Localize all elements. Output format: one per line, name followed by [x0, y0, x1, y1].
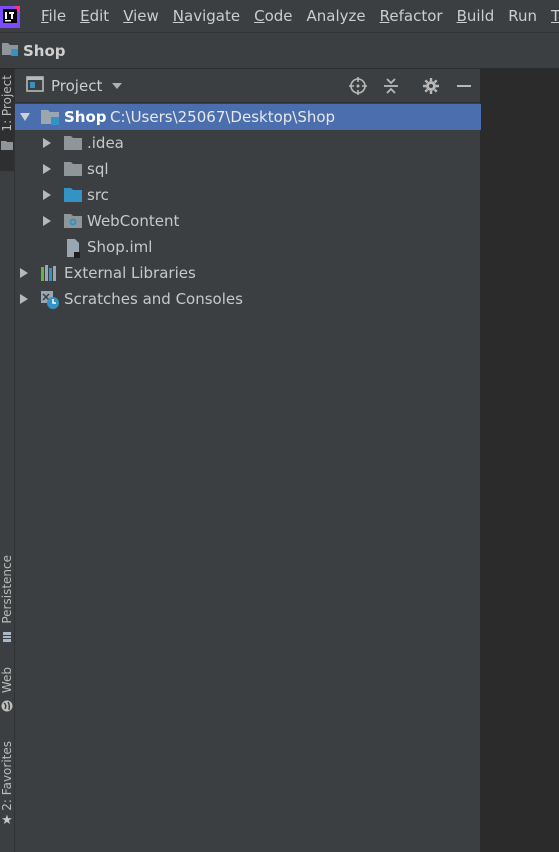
- tree-row[interactable]: WebContent: [15, 208, 481, 234]
- favorites-tool-label: 2: Favorites: [0, 741, 14, 811]
- project-panel: Project Shop C:\Users\25067\Desktop\Shop: [15, 69, 481, 852]
- tree-row-external-libraries[interactable]: External Libraries: [15, 260, 481, 286]
- expand-arrow-icon[interactable]: [43, 190, 51, 200]
- menu-mnemonic: B: [456, 7, 467, 25]
- menu-label: dit: [89, 7, 110, 25]
- menu-mnemonic: V: [123, 7, 134, 25]
- project-tool-button[interactable]: 1: Project: [0, 69, 14, 171]
- expand-arrow-icon[interactable]: [43, 164, 51, 174]
- editor-area[interactable]: [481, 69, 559, 852]
- tree-root-path: C:\Users\25067\Desktop\Shop: [110, 108, 336, 126]
- menu-mnemonic: T: [551, 7, 559, 25]
- project-view-selector[interactable]: Project: [51, 77, 102, 95]
- favorites-tool-button[interactable]: 2: Favorites ★: [0, 741, 14, 841]
- expand-arrow-icon[interactable]: [20, 294, 28, 304]
- folder-gray-icon: [63, 160, 83, 182]
- folder-icon: [1, 136, 13, 155]
- expand-arrow-icon[interactable]: [43, 138, 51, 148]
- expand-arrow-icon[interactable]: [20, 268, 28, 278]
- database-icon: [2, 627, 12, 646]
- expand-arrow-icon[interactable]: [20, 113, 30, 121]
- gear-icon[interactable]: [422, 77, 440, 95]
- tree-root-label: Shop: [64, 108, 107, 126]
- menu-mnemonic: F: [41, 7, 49, 25]
- menu-mnemonic: R: [379, 7, 390, 25]
- project-folder-icon: [1, 41, 19, 61]
- web-folder-icon: [63, 212, 83, 234]
- left-tool-strip: 1: Project Persistence Web 2: Favorites …: [0, 69, 15, 852]
- tree-item-label: src: [87, 186, 109, 204]
- persistence-tool-button[interactable]: Persistence: [0, 555, 14, 651]
- project-folder-icon: [40, 108, 60, 130]
- menu-mnemonic: N: [172, 7, 185, 25]
- menu-mnemonic: E: [80, 7, 90, 25]
- minimize-icon[interactable]: [455, 77, 473, 95]
- collapse-all-icon[interactable]: [382, 77, 400, 95]
- tree-row[interactable]: sql: [15, 156, 481, 182]
- project-panel-header: Project: [15, 69, 481, 103]
- tree-row-root[interactable]: Shop C:\Users\25067\Desktop\Shop: [15, 104, 481, 130]
- project-tool-label: 1: Project: [0, 75, 14, 132]
- menu-tools[interactable]: T: [544, 0, 559, 32]
- project-view-icon: [26, 75, 44, 96]
- menu-view[interactable]: View: [116, 0, 166, 32]
- menu-label: uild: [466, 7, 495, 25]
- star-icon: ★: [1, 812, 13, 828]
- globe-icon: [1, 697, 13, 716]
- tree-row[interactable]: .idea: [15, 130, 481, 156]
- menu-label: ode: [264, 7, 293, 25]
- tree-item-label: sql: [87, 160, 109, 178]
- web-tool-label: Web: [0, 667, 14, 694]
- tree-item-label: WebContent: [87, 212, 180, 230]
- menu-label: avigate: [184, 7, 241, 25]
- web-tool-button[interactable]: Web: [0, 667, 14, 721]
- menu-label: Analyze: [306, 7, 366, 25]
- menu-bar: File Edit View Navigate Code Analyze Ref…: [0, 0, 559, 32]
- tree-item-label: Shop.iml: [87, 238, 153, 256]
- menu-build[interactable]: Build: [450, 0, 502, 32]
- menu-refactor[interactable]: Refactor: [373, 0, 450, 32]
- scratches-icon: [40, 290, 60, 314]
- menu-label: ile: [48, 7, 67, 25]
- menu-edit[interactable]: Edit: [73, 0, 116, 32]
- menu-label: iew: [133, 7, 159, 25]
- chevron-down-icon[interactable]: [112, 82, 123, 89]
- tree-row[interactable]: Shop.iml: [15, 234, 481, 260]
- iml-file-icon: [65, 238, 81, 262]
- menu-run[interactable]: Run: [501, 0, 544, 32]
- expand-arrow-icon[interactable]: [43, 216, 51, 226]
- tree-item-label: Scratches and Consoles: [64, 290, 243, 308]
- tree-item-label: External Libraries: [64, 264, 196, 282]
- menu-code[interactable]: Code: [247, 0, 299, 32]
- folder-blue-icon: [63, 186, 83, 208]
- menu-analyze[interactable]: Analyze: [300, 0, 373, 32]
- menu-navigate[interactable]: Navigate: [166, 0, 247, 32]
- menu-mnemonic: C: [254, 7, 265, 25]
- tree-row-scratches[interactable]: Scratches and Consoles: [15, 286, 481, 312]
- locate-icon[interactable]: [349, 77, 367, 95]
- tree-item-label: .idea: [87, 134, 124, 152]
- intellij-logo-icon: [0, 6, 20, 28]
- breadcrumb: Shop: [0, 32, 559, 69]
- library-icon: [40, 264, 60, 286]
- folder-gray-icon: [63, 134, 83, 156]
- menu-label: efactor: [389, 7, 443, 25]
- breadcrumb-project[interactable]: Shop: [23, 42, 66, 60]
- tree-row[interactable]: src: [15, 182, 481, 208]
- menu-file[interactable]: File: [34, 0, 73, 32]
- menu-label: Run: [508, 7, 537, 25]
- persistence-tool-label: Persistence: [0, 555, 14, 624]
